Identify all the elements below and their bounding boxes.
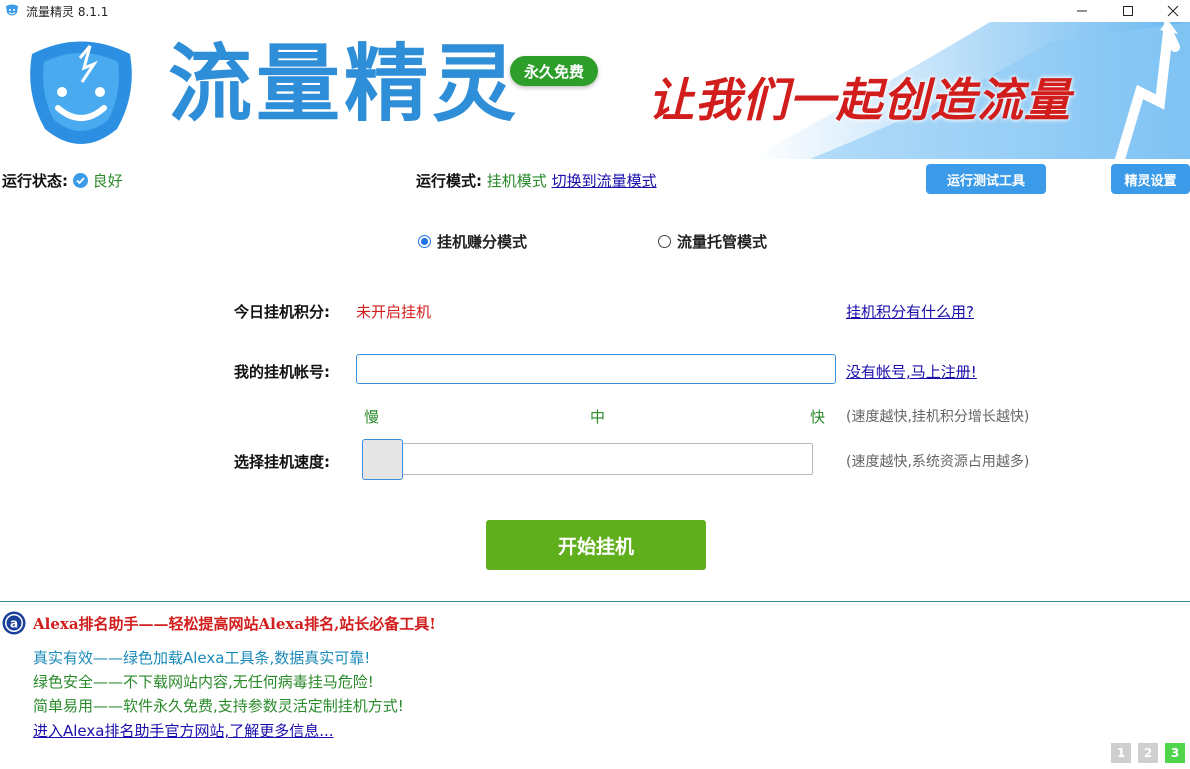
minimize-button[interactable] — [1059, 0, 1105, 22]
run-status: 运行状态: 良好 — [2, 170, 123, 191]
start-hangup-button[interactable]: 开始挂机 — [486, 520, 706, 570]
app-logo-icon — [6, 4, 18, 16]
alexa-promo-title: Alexa排名助手——轻松提高网站Alexa排名,站长必备工具! — [33, 615, 436, 633]
radio-selected-icon — [418, 235, 431, 248]
maximize-button[interactable] — [1105, 0, 1151, 22]
run-mode-value: 挂机模式 — [486, 172, 547, 190]
today-points-label: 今日挂机积分: — [234, 303, 330, 321]
run-status-value: 良好 — [92, 172, 123, 190]
maximize-icon — [1123, 6, 1133, 16]
alexa-feature-2: 绿色安全——不下载网站内容,无任何病毒挂马危险! — [33, 673, 374, 691]
speed-tick-fast: 快 — [810, 408, 826, 426]
radio-unselected-icon — [658, 235, 671, 248]
today-points-value: 未开启挂机 — [356, 303, 432, 321]
header-banner: 流量精灵 永久免费 让我们一起创造流量 — [0, 22, 1190, 159]
svg-text:a: a — [10, 617, 18, 631]
title-bar: 流量精灵 8.1.1 — [0, 0, 1190, 22]
account-input[interactable] — [356, 354, 836, 384]
pager-page-3[interactable]: 3 — [1165, 743, 1185, 763]
run-test-tool-button[interactable]: 运行测试工具 — [926, 164, 1046, 194]
mode-radio-earn[interactable]: 挂机赚分模式 — [418, 231, 527, 252]
speed-slider-handle[interactable] — [362, 439, 403, 480]
speed-tick-slow: 慢 — [364, 408, 380, 426]
banner-slogan: 让我们一起创造流量 — [648, 73, 1071, 127]
mode-radio-earn-label: 挂机赚分模式 — [437, 233, 528, 251]
window-title: 流量精灵 8.1.1 — [26, 5, 109, 19]
pager-page-2[interactable]: 2 — [1138, 743, 1158, 763]
close-button[interactable] — [1150, 0, 1190, 22]
settings-button[interactable]: 精灵设置 — [1111, 164, 1190, 194]
alexa-logo-icon: a — [2, 611, 26, 635]
mode-radio-hosted[interactable]: 流量托管模式 — [658, 231, 767, 252]
speed-hint-resources: (速度越快,系统资源占用越多) — [846, 454, 1030, 470]
alexa-feature-3: 简单易用——软件永久免费,支持参数灵活定制挂机方式! — [33, 697, 404, 715]
mode-radio-hosted-label: 流量托管模式 — [677, 233, 768, 251]
pager-page-1[interactable]: 1 — [1111, 743, 1131, 763]
minimize-icon — [1077, 10, 1087, 12]
mascot-logo-icon — [30, 41, 132, 144]
run-mode-label: 运行模式: — [416, 172, 482, 190]
switch-to-traffic-mode-link[interactable]: 切换到流量模式 — [552, 172, 657, 190]
section-divider — [0, 601, 1190, 602]
points-help-link[interactable]: 挂机积分有什么用? — [846, 301, 974, 322]
free-forever-badge: 永久免费 — [510, 56, 598, 86]
product-logo-text: 流量精灵 — [168, 35, 521, 133]
account-label: 我的挂机帐号: — [234, 363, 330, 381]
speed-slider-track[interactable] — [364, 443, 813, 475]
close-icon — [1167, 5, 1179, 17]
speed-tick-medium: 中 — [590, 408, 606, 426]
speed-label: 选择挂机速度: — [234, 453, 330, 471]
alexa-more-info-link[interactable]: 进入Alexa排名助手官方网站,了解更多信息... — [33, 720, 334, 741]
register-link[interactable]: 没有帐号,马上注册! — [846, 361, 977, 382]
run-mode: 运行模式: 挂机模式 切换到流量模式 — [416, 170, 657, 191]
alexa-feature-1: 真实有效——绿色加载Alexa工具条,数据真实可靠! — [33, 649, 371, 667]
speed-hint-points: (速度越快,挂机积分增长越快) — [846, 409, 1030, 425]
run-status-label: 运行状态: — [2, 172, 68, 190]
check-circle-icon — [72, 173, 88, 188]
